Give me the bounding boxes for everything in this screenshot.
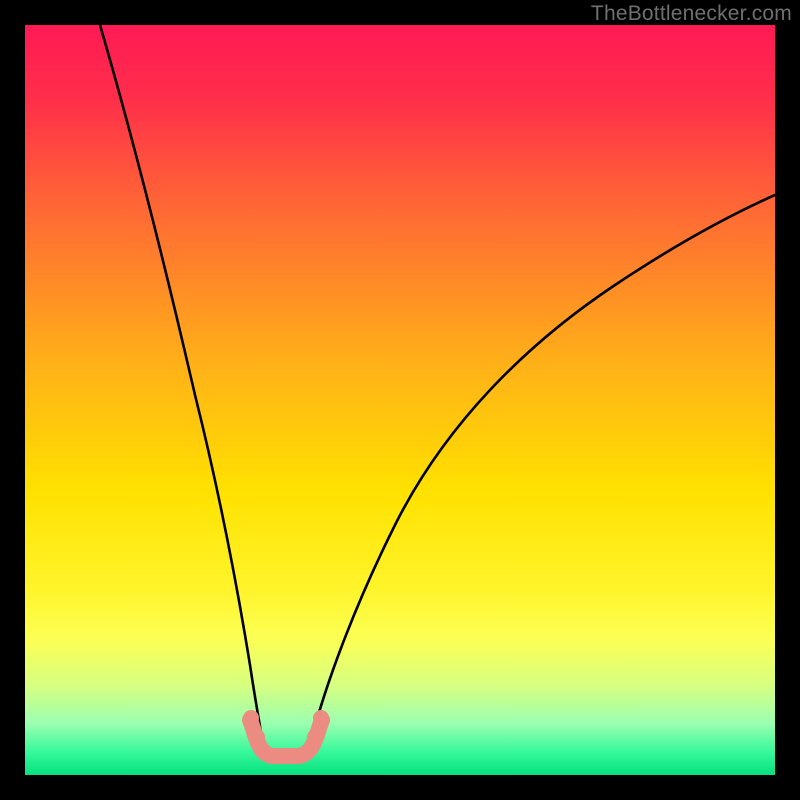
- chart-frame: TheBottlenecker.com: [0, 0, 800, 800]
- curve-right-branch: [310, 195, 775, 745]
- curve-left-branch: [100, 25, 263, 745]
- curve-layer: [25, 25, 775, 775]
- marker-left-lower: [249, 729, 265, 745]
- marker-left-upper: [243, 710, 259, 726]
- plot-area: [25, 25, 775, 775]
- watermark-text: TheBottlenecker.com: [591, 2, 792, 26]
- marker-right-upper: [313, 710, 329, 726]
- marker-right-lower: [307, 729, 323, 745]
